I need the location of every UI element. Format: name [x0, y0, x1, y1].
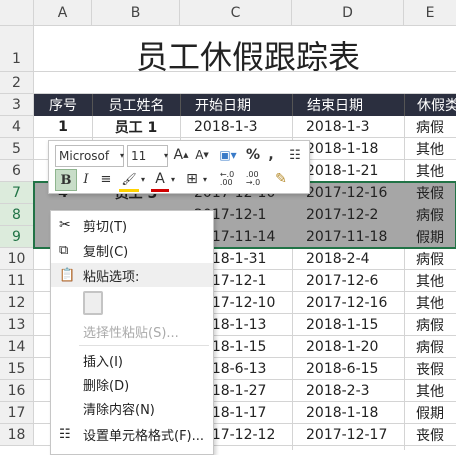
row-header-15[interactable]: 15	[0, 358, 34, 380]
column-header-d[interactable]: D	[292, 0, 404, 26]
row-header-2[interactable]: 2	[0, 72, 34, 94]
header-seq[interactable]: 序号	[34, 94, 92, 116]
italic-button[interactable]: I	[77, 169, 95, 189]
table-cell-e[interactable]: 丧假	[404, 424, 456, 446]
menu-item-insert[interactable]: 插入(I)	[51, 348, 213, 372]
row-header-8[interactable]: 8	[0, 204, 34, 226]
mini-toolbar: Microsof ▾ 11 ▾ A ▲ A ▼ ▣▾ % , ☷ B I ≡ 🖌 ▾…	[48, 140, 310, 194]
table-cell-e[interactable]: 假期	[404, 402, 456, 424]
header-start[interactable]: 开始日期	[180, 94, 292, 116]
column-header-c[interactable]: C	[180, 0, 292, 26]
decrease-decimal-button[interactable]: .00 →.0	[241, 169, 265, 189]
row-header-3[interactable]: 3	[0, 94, 34, 116]
row-header-1[interactable]: 1	[0, 26, 34, 72]
row-header-18[interactable]: 18	[0, 424, 34, 446]
table-cell-d[interactable]: 2018-1-3	[292, 116, 404, 138]
grow-font-button[interactable]: A ▲	[171, 145, 191, 165]
table-cell-d[interactable]: 2018-2-4	[292, 248, 404, 270]
menu-item-cut[interactable]: ✂ 剪切(T)	[51, 213, 213, 237]
borders-dropdown-icon[interactable]: ▾	[201, 169, 209, 189]
row-header-13[interactable]: 13	[0, 314, 34, 336]
table-cell-d[interactable]: 2018-1-15	[292, 314, 404, 336]
page-title[interactable]: 员工休假跟踪表	[92, 30, 404, 80]
format-table-icon[interactable]: ☷	[285, 145, 305, 165]
table-cell-e[interactable]: 其他	[404, 160, 456, 182]
menu-item-format-cells[interactable]: ☷ 设置单元格格式(F)...	[51, 422, 213, 446]
table-cell-d[interactable]: 2017-12-16	[292, 292, 404, 314]
paste-icon: 📋	[59, 267, 76, 283]
scissors-icon: ✂	[59, 217, 71, 233]
table-cell-d[interactable]: 2018-2-3	[292, 380, 404, 402]
table-cell-e[interactable]: 病假	[404, 248, 456, 270]
table-cell-e[interactable]: 丧假	[404, 358, 456, 380]
paste-clipboard-icon[interactable]	[83, 291, 103, 315]
fill-color-dropdown-icon[interactable]: ▾	[139, 169, 147, 189]
menu-item-delete[interactable]: 删除(D)	[51, 372, 213, 396]
column-header-b[interactable]: B	[92, 0, 180, 26]
table-cell-e[interactable]: 其他	[404, 270, 456, 292]
row-header-5[interactable]: 5	[0, 138, 34, 160]
header-type[interactable]: 休假类	[404, 94, 456, 116]
table-cell-e[interactable]: 其他	[404, 292, 456, 314]
format-cells-icon: ☷	[59, 426, 71, 442]
font-color-dropdown-icon[interactable]: ▾	[169, 169, 177, 189]
menu-item-paste-options: 📋 粘贴选项:	[51, 263, 213, 287]
accounting-format-icon[interactable]: ▣▾	[215, 145, 241, 165]
row-header-7[interactable]: 7	[0, 182, 34, 204]
row-header-6[interactable]: 6	[0, 160, 34, 182]
align-center-icon[interactable]: ≡	[97, 169, 115, 189]
column-header-a[interactable]: A	[34, 0, 92, 26]
font-size-dropdown-icon[interactable]: ▾	[162, 145, 170, 165]
table-cell-d[interactable]: 2017-12-17	[292, 424, 404, 446]
increase-decimal-button[interactable]: ←.0 .00	[215, 169, 239, 189]
bold-button[interactable]: B	[55, 169, 77, 191]
header-name[interactable]: 员工姓名	[92, 94, 180, 116]
column-header-e[interactable]: E	[404, 0, 456, 26]
row-header-9[interactable]: 9	[0, 226, 34, 248]
borders-icon[interactable]: ⊞	[183, 169, 201, 189]
table-cell-e[interactable]: 其他	[404, 380, 456, 402]
row-header-10[interactable]: 10	[0, 248, 34, 270]
comma-button[interactable]: ,	[264, 145, 278, 165]
row-header-11[interactable]: 11	[0, 270, 34, 292]
shrink-font-button[interactable]: A ▼	[192, 145, 212, 165]
header-end[interactable]: 结束日期	[292, 94, 404, 116]
row-header-16[interactable]: 16	[0, 380, 34, 402]
table-cell-e[interactable]: 病假	[404, 336, 456, 358]
font-size-value: 11	[131, 149, 147, 163]
table-cell-d[interactable]: 2018-1-20	[292, 336, 404, 358]
copy-icon: ⧉	[59, 242, 69, 258]
menu-item-paste-special: 选择性粘贴(S)...	[83, 325, 179, 341]
menu-item-clear-contents[interactable]: 清除内容(N)	[51, 396, 213, 420]
table-cell-e[interactable]: 病假	[404, 314, 456, 336]
row-header-17[interactable]: 17	[0, 402, 34, 424]
table-cell-e[interactable]: 病假	[404, 116, 456, 138]
font-name-value: Microsof	[59, 149, 110, 163]
table-cell-c[interactable]: 2018-1-3	[180, 116, 292, 138]
table-cell-d[interactable]: 2017-12-6	[292, 270, 404, 292]
menu-item-copy[interactable]: ⧉ 复制(C)	[51, 238, 213, 262]
row-header-12[interactable]: 12	[0, 292, 34, 314]
row-header-14[interactable]: 14	[0, 336, 34, 358]
font-name-dropdown-icon[interactable]: ▾	[118, 145, 126, 165]
percent-button[interactable]: %	[244, 145, 262, 165]
table-cell-b[interactable]: 员工 1	[92, 116, 180, 138]
table-cell-d[interactable]: 2018-1-18	[292, 402, 404, 424]
font-color-button[interactable]: A	[151, 169, 169, 192]
menu-separator	[79, 345, 209, 346]
table-cell-e[interactable]: 其他	[404, 138, 456, 160]
context-menu: ✂ 剪切(T) ⧉ 复制(C) 📋 粘贴选项: 选择性粘贴(S)... 插入(I…	[50, 210, 214, 455]
row-header-4[interactable]: 4	[0, 116, 34, 138]
font-name-box[interactable]: Microsof	[55, 145, 124, 167]
corner-select-all[interactable]	[0, 0, 34, 26]
table-cell-a[interactable]: 1	[34, 116, 92, 138]
table-cell-d[interactable]: 2018-6-15	[292, 358, 404, 380]
fill-color-icon[interactable]: 🖌	[119, 169, 139, 192]
format-painter-icon[interactable]: ✎	[271, 169, 291, 189]
